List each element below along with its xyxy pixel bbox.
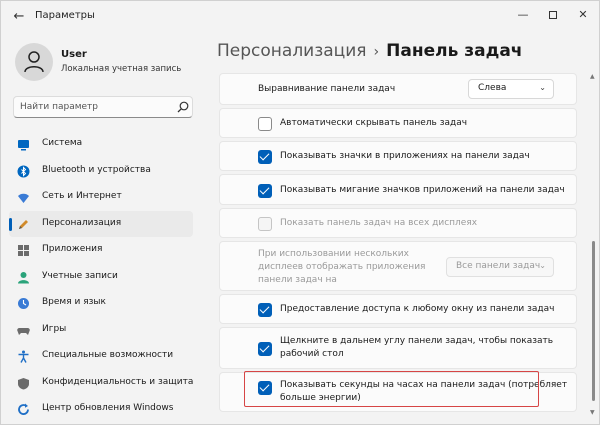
- sidebar-item-label: Система: [42, 138, 83, 148]
- auto-hide-label: Автоматически скрывать панель задач: [280, 118, 468, 128]
- show-flashing-label: Показывать мигание значков приложений на…: [280, 185, 565, 195]
- monitor-icon: [18, 140, 29, 151]
- alignment-dropdown[interactable]: Слева ⌄: [468, 79, 554, 99]
- scroll-up-icon[interactable]: ▲: [590, 73, 595, 80]
- sidebar-item-4[interactable]: Приложения: [9, 237, 193, 264]
- breadcrumb-separator: ›: [373, 44, 380, 60]
- title-bar: ← Параметры — ✕: [1, 1, 600, 33]
- close-button[interactable]: ✕: [569, 5, 597, 25]
- search-input[interactable]: [20, 100, 170, 114]
- breadcrumb-parent[interactable]: Персонализация: [217, 41, 367, 61]
- sidebar-item-label: Игры: [42, 323, 67, 334]
- sidebar-item-label: Персонализация: [42, 217, 122, 228]
- multi-display-value: Все панели задач: [456, 261, 541, 271]
- accessibility-icon: [18, 350, 29, 363]
- back-button[interactable]: ←: [9, 7, 29, 27]
- sidebar-item-10[interactable]: Центр обновления Windows: [9, 396, 193, 423]
- avatar[interactable]: [15, 43, 53, 81]
- person-icon: [18, 271, 29, 283]
- sidebar-item-0[interactable]: Система: [9, 131, 193, 158]
- chevron-down-icon: ⌄: [539, 83, 546, 92]
- multi-display-label-1: При использовании нескольких: [258, 249, 409, 259]
- show-flashing-row[interactable]: Показывать мигание значков приложений на…: [219, 174, 577, 205]
- sidebar-item-6[interactable]: Время и язык: [9, 290, 193, 317]
- globe-clock-icon: [18, 298, 29, 309]
- auto-hide-checkbox[interactable]: [258, 117, 272, 131]
- sidebar-item-7[interactable]: Игры: [9, 317, 193, 344]
- multi-display-row: При использовании нескольких дисплеев от…: [219, 241, 577, 291]
- scroll-down-icon[interactable]: ▼: [590, 409, 595, 416]
- apps-icon: [18, 245, 29, 256]
- sidebar-item-label: Bluetooth и устройства: [42, 164, 151, 175]
- share-window-label: Предоставление доступа к любому окну из …: [280, 304, 555, 314]
- maximize-button[interactable]: [539, 5, 567, 25]
- show-flashing-checkbox[interactable]: [258, 184, 272, 198]
- chevron-down-icon: ⌄: [539, 261, 546, 270]
- sidebar-item-3[interactable]: Персонализация: [9, 210, 193, 237]
- bluetooth-icon: [17, 165, 30, 177]
- far-corner-label-1: Щелкните в дальнем углу панели задач, чт…: [280, 336, 554, 346]
- settings-window: ← Параметры — ✕ User Локальная учетная з…: [0, 0, 600, 425]
- scrollbar-thumb[interactable]: [592, 241, 595, 401]
- alignment-label: Выравнивание панели задач: [258, 84, 396, 94]
- multi-display-dropdown: Все панели задач ⌄: [446, 257, 554, 277]
- search-icon[interactable]: [177, 101, 189, 113]
- shield-icon: [18, 377, 29, 389]
- show-badges-row[interactable]: Показывать значки в приложениях на панел…: [219, 141, 577, 171]
- sidebar-item-2[interactable]: Сеть и Интернет: [9, 184, 193, 211]
- app-title: Параметры: [35, 10, 95, 21]
- gamepad-icon: [17, 327, 30, 335]
- alignment-value: Слева: [478, 83, 507, 93]
- minimize-button[interactable]: —: [509, 5, 537, 25]
- page-title: Панель задач: [386, 41, 523, 61]
- share-window-row[interactable]: Предоставление доступа к любому окну из …: [219, 294, 577, 324]
- wifi-icon: [18, 193, 29, 203]
- show-badges-checkbox[interactable]: [258, 150, 272, 164]
- all-displays-row: Показать панель задач на всех дисплеях: [219, 208, 577, 238]
- sidebar-item-8[interactable]: Специальные возможности: [9, 343, 193, 370]
- far-corner-row[interactable]: Щелкните в дальнем углу панели задач, чт…: [219, 327, 577, 369]
- user-name: User: [61, 49, 87, 60]
- sidebar-item-label: Конфиденциальность и защита: [42, 376, 194, 387]
- all-displays-label: Показать панель задач на всех дисплеях: [280, 218, 478, 228]
- user-icon: [24, 51, 44, 73]
- sidebar-item-9[interactable]: Конфиденциальность и защита: [9, 370, 193, 397]
- settings-content: Выравнивание панели задач Слева ⌄ Автома…: [219, 73, 577, 413]
- maximize-icon: [549, 11, 557, 19]
- sidebar-item-5[interactable]: Учетные записи: [9, 264, 193, 291]
- alignment-row: Выравнивание панели задач Слева ⌄: [219, 73, 577, 105]
- breadcrumb: Персонализация › Панель задач: [217, 41, 522, 61]
- multi-display-label-2: дисплеев отображать приложения: [258, 262, 426, 272]
- multi-display-label-3: панели задач на: [258, 275, 337, 285]
- sidebar-item-1[interactable]: Bluetooth и устройства: [9, 158, 193, 185]
- refresh-icon: [18, 403, 29, 415]
- search-box[interactable]: [13, 96, 193, 118]
- sidebar-item-label: Приложения: [42, 244, 103, 254]
- sidebar-item-label: Время и язык: [42, 297, 106, 307]
- sidebar-nav: Система Bluetooth и устройства Сеть и Инте…: [9, 131, 193, 423]
- far-corner-checkbox[interactable]: [258, 342, 272, 356]
- highlight-frame: [244, 371, 539, 407]
- all-displays-checkbox: [258, 217, 272, 231]
- auto-hide-row[interactable]: Автоматически скрывать панель задач: [219, 108, 577, 138]
- pen-icon: [19, 219, 28, 229]
- user-account-type: Локальная учетная запись: [61, 64, 182, 74]
- show-badges-label: Показывать значки в приложениях на панел…: [280, 151, 530, 161]
- far-corner-label-2: рабочий стол: [280, 349, 344, 359]
- sidebar-item-label: Специальные возможности: [42, 350, 174, 360]
- sidebar-item-label: Центр обновления Windows: [42, 403, 174, 413]
- sidebar-item-label: Учетные записи: [42, 270, 118, 281]
- sidebar-item-label: Сеть и Интернет: [42, 191, 122, 201]
- share-window-checkbox[interactable]: [258, 303, 272, 317]
